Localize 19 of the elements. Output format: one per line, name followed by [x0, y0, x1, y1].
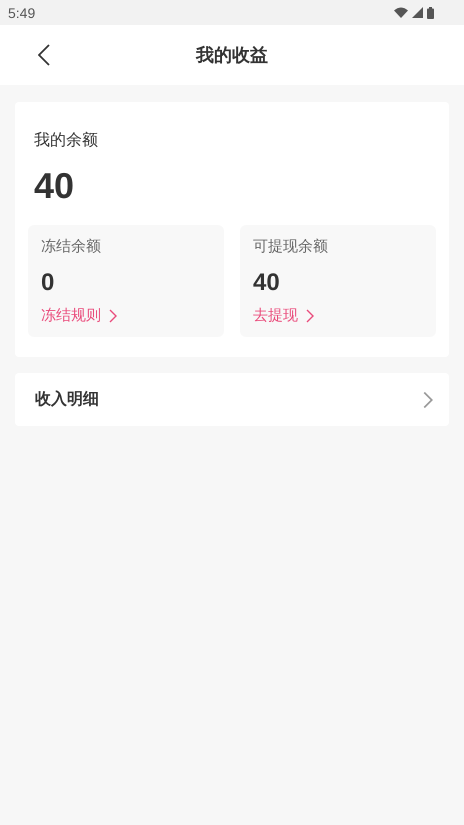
balance-label: 我的余额 — [33, 130, 99, 151]
box-link[interactable]: 冻结规则 — [41, 306, 101, 325]
page-title: 我的收益 — [196, 44, 268, 67]
back-icon[interactable] — [38, 44, 50, 66]
chevron-icon — [423, 390, 433, 408]
wifi-icon — [394, 7, 408, 18]
chevron-icon[interactable] — [306, 308, 314, 322]
menu-row[interactable]: 收入明细 — [15, 373, 449, 426]
balance-amount: 40 — [33, 165, 76, 207]
signal-icon — [412, 7, 423, 18]
box-link[interactable]: 去提现 — [253, 306, 298, 325]
chevron-icon[interactable] — [109, 308, 117, 322]
box-label: 冻结余额 — [41, 237, 102, 256]
status-time: 5:49 — [8, 4, 36, 20]
box-amount: 40 — [253, 269, 281, 297]
battery-icon — [427, 6, 434, 18]
box-amount: 0 — [41, 269, 56, 297]
box-label: 可提现余额 — [253, 237, 329, 256]
menu-label: 收入明细 — [35, 389, 99, 410]
